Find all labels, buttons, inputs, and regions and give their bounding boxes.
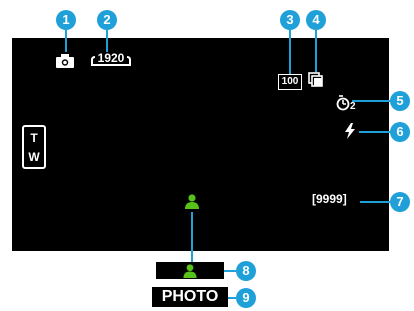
continuous-shooting-icon [308,72,323,87]
leader-line-8 [191,212,193,262]
callout-9: 9 [236,288,256,308]
leader-line-4 [315,30,317,72]
callout-1: 1 [56,10,76,30]
camera-screen [12,38,389,251]
leader-line-2 [106,30,108,52]
leader-line-9 [228,297,236,299]
callout-3: 3 [280,10,300,30]
leader-line-6 [359,131,392,133]
face-detection-icon [185,194,199,209]
self-timer-icon [336,95,350,111]
zoom-tele-label: T [30,131,38,145]
leader-line-3 [289,30,291,74]
leader-line-1 [65,30,67,52]
callout-4: 4 [306,10,326,30]
callout-8: 8 [236,261,256,281]
zoom-indicator[interactable]: T W [22,125,46,169]
quality-badge: 100 [278,74,302,90]
callout-2: 2 [97,10,117,30]
flash-icon [345,123,355,139]
resolution-text: 1920 [97,51,125,65]
face-detection-legend-icon [183,264,197,278]
leader-line-8b [224,270,236,272]
self-timer-indicator: 2 [336,95,364,115]
image-size-badge: 1920 [90,52,132,68]
callout-6: 6 [390,122,410,142]
zoom-wide-label: W [28,150,40,164]
remaining-shots: [9999] [312,192,347,206]
callout-5: 5 [390,91,410,111]
leader-line-7 [360,201,392,203]
self-timer-seconds: 2 [350,101,356,112]
callout-7: 7 [390,192,410,212]
touch-priority-indicator [156,262,224,279]
recording-mode-label: PHOTO [152,287,228,307]
camera-icon [56,54,74,68]
